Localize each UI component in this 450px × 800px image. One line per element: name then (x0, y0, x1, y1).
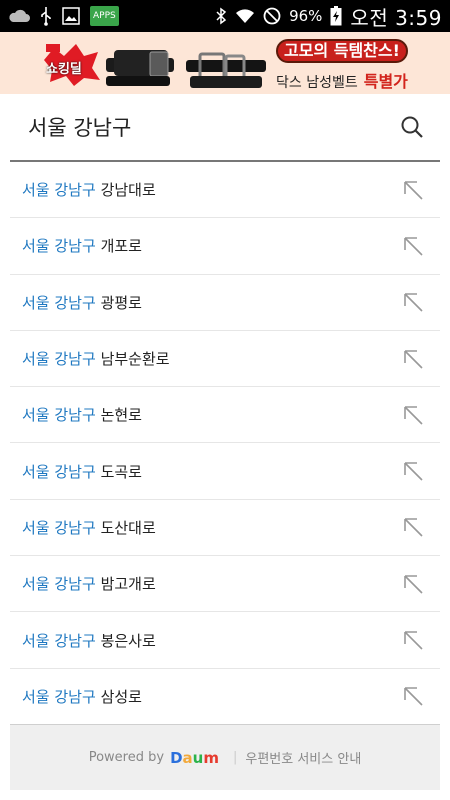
battery-icon (330, 6, 342, 26)
powered-by-text: Powered by (88, 750, 165, 765)
fill-query-arrow-icon[interactable] (402, 516, 424, 538)
ad-banner[interactable]: 쇼킹딜 고모의 득템찬스! 닥스 남성벨트 특별가 (0, 32, 450, 94)
footer: Powered by Daum | 우편번호 서비스 안내 (10, 725, 440, 790)
list-item[interactable]: 서울 강남구 남부순환로 (10, 331, 440, 388)
list-item[interactable]: 서울 강남구 밤고개로 (10, 556, 440, 613)
list-item[interactable]: 서울 강남구 도곡로 (10, 443, 440, 500)
wifi-icon (235, 6, 255, 26)
bottom-strip (0, 790, 450, 800)
fill-query-arrow-icon[interactable] (402, 179, 424, 201)
fill-query-arrow-icon[interactable] (402, 404, 424, 426)
fill-query-arrow-icon[interactable] (402, 460, 424, 482)
image-icon (62, 6, 80, 26)
list-item[interactable]: 서울 강남구 삼성로 (10, 669, 440, 725)
shocking-deal-logo: 쇼킹딜 (40, 42, 102, 86)
status-bar: APPS 96% 오전 3:59 (0, 0, 450, 32)
list-item[interactable]: 서울 강남구 도산대로 (10, 500, 440, 557)
divider: | (232, 750, 238, 765)
apps-icon: APPS (90, 6, 119, 26)
battery-percent: 96% (289, 7, 323, 25)
fill-query-arrow-icon[interactable] (402, 685, 424, 707)
belt-image-1 (106, 50, 174, 86)
results-list: 서울 강남구 강남대로 서울 강남구 개포로 서울 강남구 광평로 서울 강남구… (10, 162, 440, 725)
clock: 오전 3:59 (350, 5, 442, 30)
list-item[interactable]: 서울 강남구 봉은사로 (10, 612, 440, 669)
ad-subtext: 닥스 남성벨트 특별가 (276, 72, 408, 91)
fill-query-arrow-icon[interactable] (402, 291, 424, 313)
search-query[interactable]: 서울 강남구 (10, 112, 131, 142)
bluetooth-icon (215, 6, 227, 26)
search-icon[interactable] (398, 113, 426, 141)
service-info-link[interactable]: 우편번호 서비스 안내 (245, 748, 361, 767)
fill-query-arrow-icon[interactable] (402, 348, 424, 370)
list-item[interactable]: 서울 강남구 논현로 (10, 387, 440, 444)
cloud-icon (8, 6, 30, 26)
usb-icon (40, 6, 52, 26)
list-item[interactable]: 서울 강남구 강남대로 (10, 162, 440, 219)
daum-logo[interactable]: Daum (170, 749, 219, 767)
fill-query-arrow-icon[interactable] (402, 235, 424, 257)
search-header: 서울 강남구 (10, 94, 440, 162)
list-item[interactable]: 서울 강남구 광평로 (10, 275, 440, 331)
list-item[interactable]: 서울 강남구 개포로 (10, 218, 440, 275)
fill-query-arrow-icon[interactable] (402, 629, 424, 651)
fill-query-arrow-icon[interactable] (402, 573, 424, 595)
ad-headline: 고모의 득템찬스! (276, 38, 408, 64)
belt-image-2 (186, 52, 266, 88)
do-not-disturb-icon (263, 6, 281, 26)
